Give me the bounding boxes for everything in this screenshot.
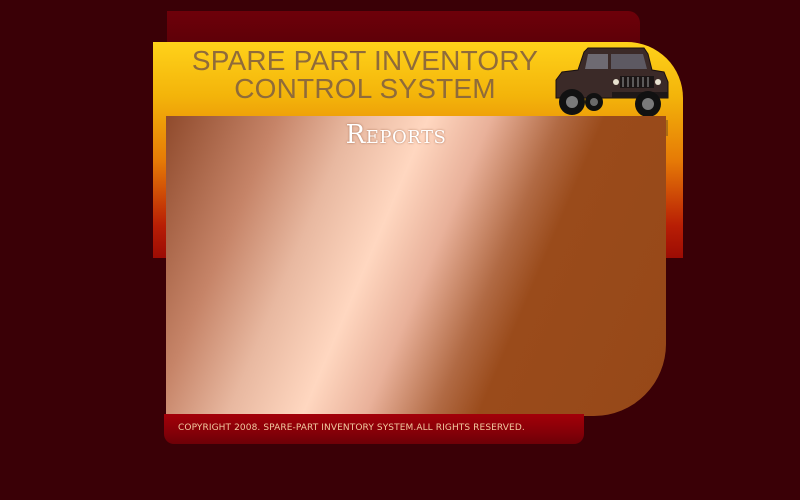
- page-stage: SPARE PART INVENTORY CONTROL SYSTEM Repo…: [0, 0, 800, 500]
- app-title-line-2: CONTROL SYSTEM: [234, 73, 496, 104]
- content-panel: [166, 116, 666, 416]
- app-title-line-1: SPARE PART INVENTORY: [191, 45, 539, 76]
- copyright-text: COPYRIGHT 2008. SPARE-PART INVENTORY SYS…: [178, 423, 525, 433]
- page-title: Reports: [345, 120, 447, 150]
- suv-truck-icon: [555, 47, 669, 117]
- app-title: SPARE PART INVENTORY CONTROL SYSTEM: [185, 47, 545, 103]
